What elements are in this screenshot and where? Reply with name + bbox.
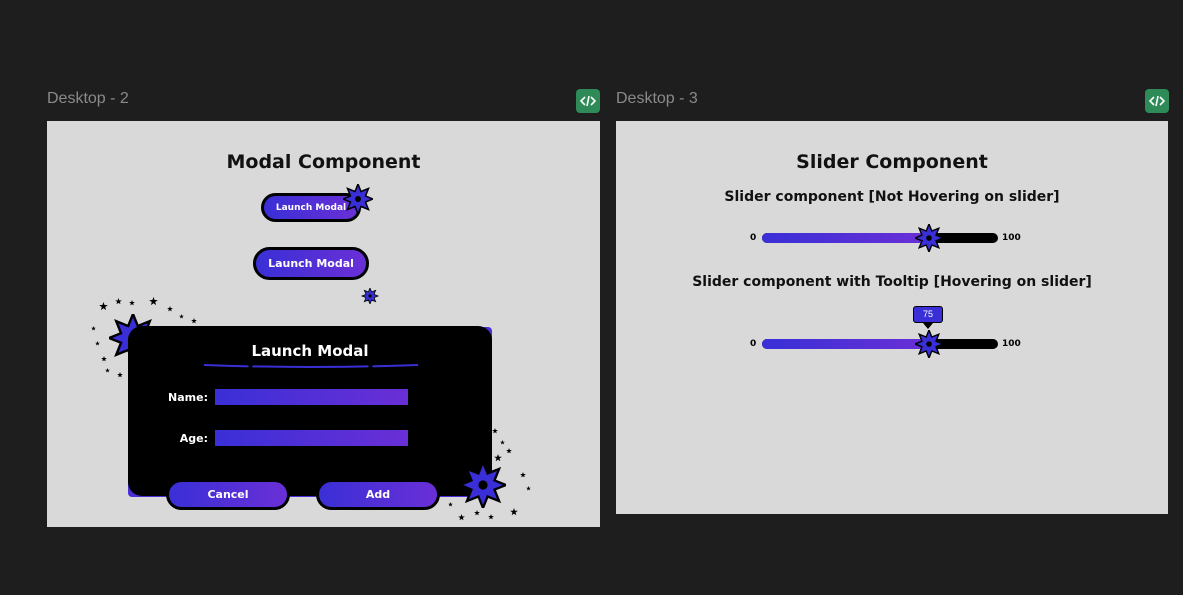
slider-caption: Slider component [Not Hovering on slider… bbox=[724, 189, 1060, 205]
slider-fill bbox=[762, 233, 929, 243]
slider-max-label: 100 bbox=[1002, 233, 1021, 243]
frame-label-desktop-3[interactable]: Desktop - 3 bbox=[616, 90, 698, 108]
slider-tooltip: 75 bbox=[913, 306, 943, 329]
modal-component-frame: Modal Component Launch Modal Launch Moda… bbox=[47, 121, 600, 527]
add-button[interactable]: Add bbox=[316, 479, 440, 510]
star-cluster-decoration bbox=[444, 428, 531, 521]
name-input[interactable] bbox=[215, 389, 408, 405]
slider-max-label: 100 bbox=[1002, 339, 1021, 349]
launch-modal-button-large[interactable]: Launch Modal bbox=[253, 247, 369, 280]
frame-label-desktop-2[interactable]: Desktop - 2 bbox=[47, 90, 129, 108]
name-label: Name: bbox=[168, 391, 208, 404]
slider-thumb-starburst-icon[interactable] bbox=[915, 224, 943, 252]
slider-min-label: 0 bbox=[750, 233, 757, 243]
title-divider-decoration bbox=[204, 361, 418, 370]
frame-title: Slider Component bbox=[796, 151, 988, 173]
cancel-button[interactable]: Cancel bbox=[166, 479, 290, 510]
frame-title: Modal Component bbox=[226, 151, 421, 173]
starburst-icon bbox=[343, 184, 373, 214]
slider-caption: Slider component with Tooltip [Hovering … bbox=[692, 274, 1092, 290]
slider-track[interactable] bbox=[762, 330, 998, 358]
slider-fill bbox=[762, 339, 929, 349]
age-input[interactable] bbox=[215, 430, 408, 446]
slider-component-frame: Slider Component Slider component [Not H… bbox=[616, 121, 1168, 514]
slider-min-label: 0 bbox=[750, 339, 757, 349]
code-icon[interactable] bbox=[1145, 89, 1169, 113]
launch-modal-dialog: Launch Modal Name: Age: bbox=[128, 326, 492, 496]
modal-title: Launch Modal bbox=[251, 342, 369, 360]
code-icon[interactable] bbox=[576, 89, 600, 113]
slider-thumb-starburst-icon[interactable] bbox=[915, 330, 943, 358]
starburst-icon bbox=[361, 288, 379, 304]
slider-track[interactable] bbox=[762, 224, 998, 252]
age-label: Age: bbox=[179, 432, 208, 445]
